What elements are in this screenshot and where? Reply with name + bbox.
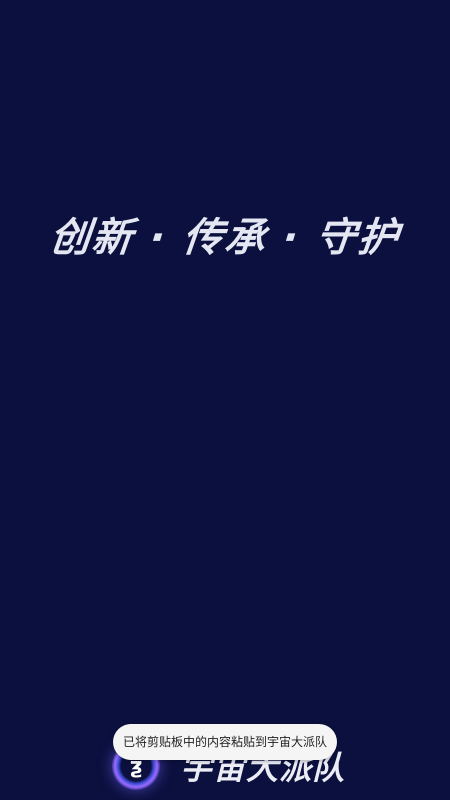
slogan-text: 创新 · 传承 · 守护 (47, 215, 403, 261)
clipboard-toast: 已将剪贴板中的内容粘贴到宇宙大派队 (113, 724, 337, 760)
splash-screen: 创新 · 传承 · 守护 ƺ 宇宙大派队 已将剪贴板中的内容粘贴到宇宙大派队 (0, 0, 450, 800)
